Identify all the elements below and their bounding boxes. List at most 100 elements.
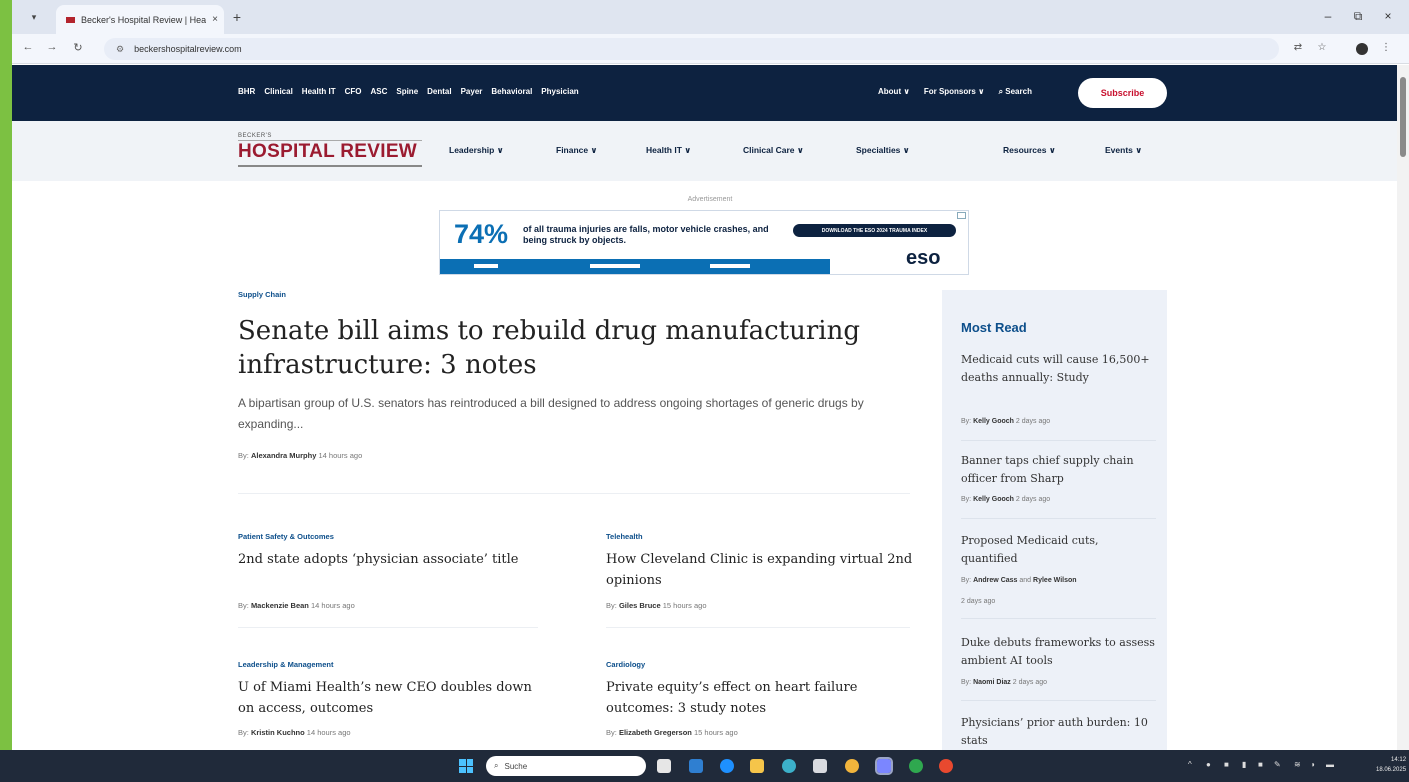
sponsors-menu[interactable]: For Sponsors ∨ bbox=[924, 87, 985, 97]
scrollbar-thumb[interactable] bbox=[1400, 77, 1406, 157]
nav-specialties[interactable]: Specialties ∨ bbox=[856, 145, 910, 156]
tray-app-icon[interactable]: ● bbox=[1206, 760, 1211, 769]
divider bbox=[238, 493, 910, 494]
advertisement-banner[interactable]: 74% of all trauma injuries are falls, mo… bbox=[439, 210, 969, 275]
story-title[interactable]: 2nd state adopts ‘physician associate’ t… bbox=[238, 549, 548, 570]
minimize-button[interactable]: – bbox=[1318, 9, 1338, 23]
store-icon[interactable] bbox=[813, 759, 827, 773]
story-title[interactable]: Private equity’s effect on heart failure… bbox=[606, 677, 916, 719]
translate-icon[interactable]: ⇄ bbox=[1290, 42, 1306, 53]
top-nav-right: About ∨ For Sponsors ∨ ⌕ Search bbox=[878, 87, 1032, 97]
about-menu[interactable]: About ∨ bbox=[878, 87, 910, 97]
story-author[interactable]: Giles Bruce bbox=[619, 601, 661, 610]
most-read-title[interactable]: Proposed Medicaid cuts, quantified bbox=[961, 532, 1156, 568]
subscribe-button[interactable]: Subscribe bbox=[1078, 78, 1167, 108]
menu-icon[interactable]: ⋮ bbox=[1378, 42, 1394, 53]
file-explorer-icon[interactable] bbox=[750, 759, 764, 773]
taskbar-search[interactable]: ⌕ Suche bbox=[486, 756, 646, 776]
top-nav-link[interactable]: Behavioral bbox=[491, 87, 532, 96]
star-icon[interactable]: ☆ bbox=[1314, 42, 1330, 53]
nav-health-it[interactable]: Health IT ∨ bbox=[646, 145, 691, 156]
most-read-author[interactable]: Kelly Gooch bbox=[973, 418, 1014, 425]
nav-leadership[interactable]: Leadership ∨ bbox=[449, 145, 504, 156]
lead-headline[interactable]: Senate bill aims to rebuild drug manufac… bbox=[238, 314, 918, 382]
site-logo[interactable]: BECKER'S HOSPITAL REVIEW bbox=[238, 133, 422, 167]
url-text: beckershospitalreview.com bbox=[134, 44, 242, 54]
search-label: Search bbox=[1005, 87, 1032, 96]
story-time: 14 hours ago bbox=[310, 601, 355, 610]
teams-icon[interactable] bbox=[689, 759, 703, 773]
nav-clinical-care[interactable]: Clinical Care ∨ bbox=[743, 145, 804, 156]
maximize-button[interactable]: ⧉ bbox=[1348, 9, 1368, 24]
lead-category[interactable]: Supply Chain bbox=[238, 290, 286, 299]
back-icon[interactable]: ← bbox=[20, 41, 36, 53]
most-read-author[interactable]: Kelly Gooch bbox=[973, 496, 1014, 503]
top-nav-link[interactable]: CFO bbox=[345, 87, 362, 96]
windows-start-icon[interactable] bbox=[459, 759, 473, 773]
chrome-icon[interactable] bbox=[845, 759, 859, 773]
story-title[interactable]: How Cleveland Clinic is expanding virtua… bbox=[606, 549, 916, 591]
story-time: 15 hours ago bbox=[693, 728, 738, 737]
tray-chevron-icon[interactable]: ^ bbox=[1188, 760, 1192, 769]
most-read-author[interactable]: Andrew Cass bbox=[973, 577, 1017, 584]
tab-close-icon[interactable]: × bbox=[206, 14, 224, 25]
story-author[interactable]: Elizabeth Gregerson bbox=[619, 728, 692, 737]
lead-author[interactable]: Alexandra Murphy bbox=[251, 451, 316, 460]
top-nav-link[interactable]: Spine bbox=[396, 87, 418, 96]
windows-taskbar: ⌕ Suche ^ ● ■ ▮ ■ ✎ ≋ ◑ ▬ 14:12 18.06.20… bbox=[0, 750, 1409, 782]
top-nav-link[interactable]: Health IT bbox=[302, 87, 336, 96]
volume-icon[interactable]: ◑ bbox=[1310, 760, 1315, 769]
nav-events[interactable]: Events ∨ bbox=[1105, 145, 1142, 156]
forward-icon[interactable]: → bbox=[44, 41, 60, 53]
search-link[interactable]: ⌕ Search bbox=[999, 87, 1032, 97]
address-bar[interactable]: ⚙ beckershospitalreview.com bbox=[104, 38, 1279, 60]
top-nav-link[interactable]: Clinical bbox=[264, 87, 292, 96]
story-title[interactable]: U of Miami Health’s new CEO doubles down… bbox=[238, 677, 548, 719]
tab-strip: ▾ Becker's Hospital Review | Hea × + – ⧉… bbox=[12, 0, 1409, 34]
nav-finance[interactable]: Finance ∨ bbox=[556, 145, 597, 156]
profile-icon[interactable] bbox=[1356, 43, 1368, 55]
taskbar-clock[interactable]: 14:12 18.06.2025 bbox=[1376, 755, 1406, 775]
browser-tab[interactable]: Becker's Hospital Review | Hea × bbox=[56, 5, 224, 34]
brand-link[interactable]: BHR bbox=[238, 87, 255, 96]
firefox-icon[interactable] bbox=[939, 759, 953, 773]
nav-resources[interactable]: Resources ∨ bbox=[1003, 145, 1056, 156]
most-read-byline: By: Andrew Cass and Rylee Wilson bbox=[961, 577, 1077, 584]
story-author[interactable]: Mackenzie Bean bbox=[251, 601, 309, 610]
most-read-title[interactable]: Banner taps chief supply chain officer f… bbox=[961, 452, 1156, 488]
most-read-author[interactable]: Naomi Diaz bbox=[973, 679, 1011, 686]
story-category[interactable]: Patient Safety & Outcomes bbox=[238, 532, 334, 541]
battery-icon[interactable]: ▬ bbox=[1326, 760, 1334, 769]
most-read-author[interactable]: Rylee Wilson bbox=[1033, 577, 1077, 584]
tray-app-icon[interactable]: ▮ bbox=[1242, 760, 1246, 769]
wifi-icon[interactable]: ≋ bbox=[1294, 760, 1301, 769]
reload-icon[interactable]: ↻ bbox=[70, 41, 86, 54]
most-read-title[interactable]: Duke debuts frameworks to assess ambient… bbox=[961, 634, 1156, 670]
top-nav-link[interactable]: ASC bbox=[370, 87, 387, 96]
top-nav-link[interactable]: Dental bbox=[427, 87, 451, 96]
ad-cta-button[interactable]: DOWNLOAD THE ESO 2024 TRAUMA INDEX bbox=[793, 224, 956, 237]
pen-icon[interactable]: ✎ bbox=[1274, 760, 1281, 769]
active-app-icon[interactable] bbox=[875, 757, 893, 775]
adchoices-icon[interactable] bbox=[957, 212, 966, 219]
task-view-icon[interactable] bbox=[657, 759, 671, 773]
close-window-button[interactable]: × bbox=[1378, 9, 1398, 23]
story-author[interactable]: Kristin Kuchno bbox=[251, 728, 305, 737]
story-byline: By: Giles Bruce 15 hours ago bbox=[606, 601, 707, 610]
top-nav-link[interactable]: Payer bbox=[461, 87, 483, 96]
story-category[interactable]: Leadership & Management bbox=[238, 660, 333, 669]
new-tab-button[interactable]: + bbox=[228, 8, 246, 26]
browser-icon[interactable] bbox=[782, 759, 796, 773]
tab-search-icon[interactable]: ▾ bbox=[26, 9, 42, 25]
tray-app-icon[interactable]: ■ bbox=[1224, 760, 1229, 769]
edge-icon[interactable] bbox=[720, 759, 734, 773]
site-info-icon[interactable]: ⚙ bbox=[116, 44, 124, 55]
most-read-title[interactable]: Physicians’ prior auth burden: 10 stats bbox=[961, 714, 1156, 750]
story-category[interactable]: Cardiology bbox=[606, 660, 645, 669]
app-icon[interactable] bbox=[909, 759, 923, 773]
page-scrollbar[interactable] bbox=[1397, 65, 1409, 750]
story-category[interactable]: Telehealth bbox=[606, 532, 643, 541]
top-nav-link[interactable]: Physician bbox=[541, 87, 578, 96]
most-read-title[interactable]: Medicaid cuts will cause 16,500+ deaths … bbox=[961, 351, 1156, 387]
tray-app-icon[interactable]: ■ bbox=[1258, 760, 1263, 769]
